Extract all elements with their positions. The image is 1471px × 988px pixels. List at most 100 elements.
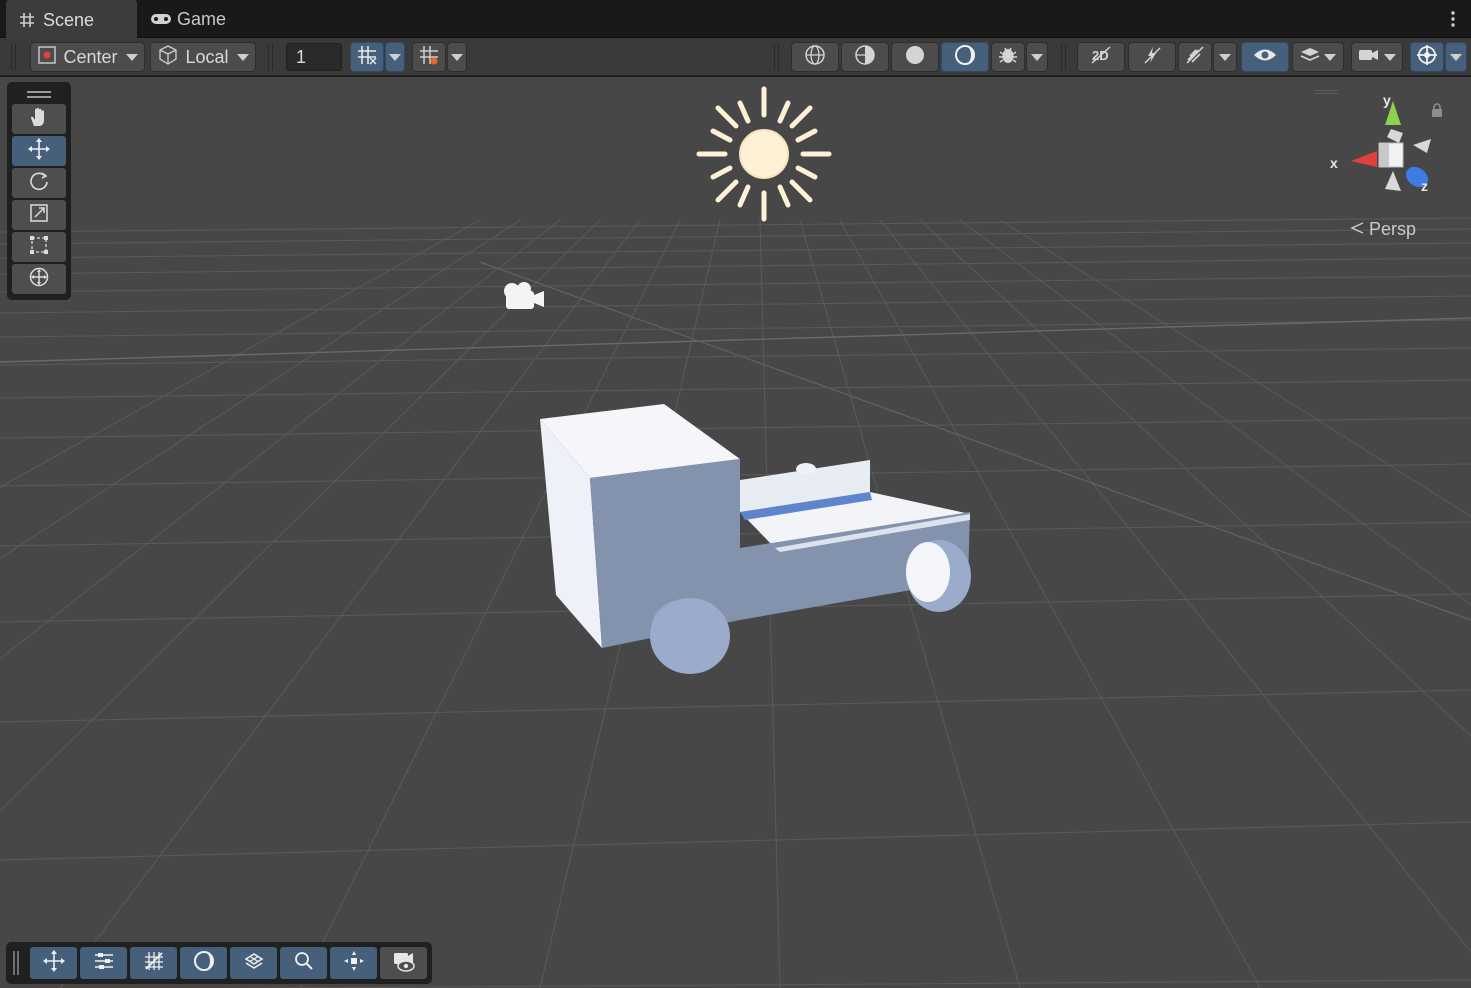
wireframe-sphere-icon — [804, 44, 826, 71]
toolbar-grip[interactable] — [774, 44, 779, 70]
focus-arrows-icon — [343, 950, 365, 977]
tab-game-label: Game — [177, 8, 227, 29]
lit-shading-button[interactable] — [941, 42, 989, 72]
gizmo-x-label: x — [1330, 155, 1338, 171]
grid-snapping-button[interactable] — [350, 42, 384, 72]
chevron-down-icon — [1219, 53, 1231, 61]
lock-icon[interactable] — [1431, 103, 1443, 117]
chevron-down-icon — [451, 53, 463, 61]
transform-tool-button[interactable] — [12, 264, 66, 294]
increment-snap-dropdown[interactable] — [447, 42, 467, 72]
cube-icon — [157, 44, 179, 71]
sliders-icon — [93, 950, 115, 977]
grid-size-field[interactable]: 1 — [286, 43, 342, 71]
truck-model[interactable] — [530, 395, 980, 685]
chevron-left-icon — [1349, 219, 1365, 240]
view-move-button[interactable] — [30, 947, 77, 979]
crescent-sphere-icon — [954, 44, 976, 71]
rect-transform-icon — [28, 234, 50, 261]
scale-tool-button[interactable] — [12, 200, 66, 230]
scene-visibility-button[interactable] — [1241, 42, 1289, 72]
debug-draw-dropdown[interactable] — [1026, 42, 1048, 72]
chevron-down-icon — [236, 53, 249, 61]
gizmo-globe-icon — [1416, 44, 1438, 71]
wireframe-shading-button[interactable] — [791, 42, 839, 72]
camera-preview-button[interactable] — [380, 947, 427, 979]
hand-icon — [28, 106, 50, 133]
gizmos-button[interactable] — [1410, 42, 1444, 72]
scene-camera-dropdown[interactable] — [1351, 42, 1403, 72]
tab-bar: Scene Game — [0, 0, 1471, 38]
bug-icon — [997, 44, 1019, 71]
move-arrows-icon — [42, 949, 66, 978]
shaded-button[interactable] — [891, 42, 939, 72]
crescent-sphere-icon — [193, 950, 215, 977]
light-off-icon — [1141, 44, 1163, 71]
toolbar-grip[interactable] — [268, 44, 273, 70]
move-tool-button[interactable] — [12, 136, 66, 166]
component-tools-button[interactable] — [230, 947, 277, 979]
grid-visibility-button[interactable] — [130, 947, 177, 979]
frame-selected-button[interactable] — [330, 947, 377, 979]
shaded-wireframe-button[interactable] — [841, 42, 889, 72]
2d-toggle-button[interactable]: 2D — [1077, 42, 1125, 72]
x-axis-cone[interactable] — [1351, 151, 1377, 167]
pivot-label: Center — [63, 46, 118, 67]
chevron-down-icon — [389, 53, 401, 61]
tools-overlay — [7, 82, 71, 300]
gizmo-y-label: y — [1383, 92, 1391, 108]
toolbar-grip[interactable] — [11, 44, 16, 70]
search-icon — [293, 950, 315, 977]
tab-game[interactable]: Game — [150, 0, 226, 38]
gizmos-dropdown[interactable] — [1445, 42, 1467, 72]
grid-slash-icon — [143, 950, 165, 977]
bottom-overlay-toolbar — [6, 942, 432, 984]
tab-scene-label: Scene — [43, 9, 95, 30]
hand-tool-button[interactable] — [12, 104, 66, 134]
rotate-icon — [28, 170, 50, 197]
draw-mode-button[interactable] — [180, 947, 227, 979]
pivot-dropdown[interactable]: Center — [30, 42, 145, 72]
debug-draw-button[interactable] — [991, 42, 1025, 72]
gizmo-grip[interactable] — [1314, 90, 1338, 94]
overlay-drag-handle[interactable] — [13, 951, 19, 975]
chevron-down-icon — [125, 53, 138, 61]
eye-icon — [1253, 47, 1277, 68]
component-grid-icon — [243, 950, 265, 977]
gizmo-z-label: z — [1421, 178, 1428, 194]
increment-snap-button[interactable] — [412, 42, 446, 72]
solid-sphere-icon — [904, 44, 926, 71]
tab-scene[interactable]: Scene — [6, 0, 137, 38]
camera-object-icon[interactable] — [498, 279, 548, 313]
effects-toggle-button[interactable] — [1178, 42, 1212, 72]
space-dropdown[interactable]: Local — [150, 42, 256, 72]
more-options-icon[interactable] — [1447, 9, 1459, 29]
layers-icon — [1300, 46, 1320, 69]
move-arrows-icon — [27, 137, 51, 166]
effects-off-icon — [1184, 44, 1206, 71]
overlay-drag-handle[interactable] — [12, 86, 66, 102]
transform-icon — [28, 266, 50, 293]
layers-dropdown[interactable] — [1292, 42, 1344, 72]
directional-light-icon[interactable] — [690, 85, 838, 223]
2d-icon: 2D — [1089, 44, 1113, 71]
grid-snapping-dropdown[interactable] — [385, 42, 405, 72]
rect-tool-button[interactable] — [12, 232, 66, 262]
grid-snap-icon — [356, 44, 378, 71]
increment-snap-icon — [418, 44, 440, 71]
rotate-tool-button[interactable] — [12, 168, 66, 198]
toolbar-grip[interactable] — [1061, 44, 1066, 70]
projection-toggle[interactable]: Persp — [1349, 219, 1416, 240]
effects-dropdown[interactable] — [1213, 42, 1237, 72]
pivot-center-icon — [37, 45, 57, 70]
scene-viewport[interactable]: y x z Persp — [0, 77, 1471, 988]
search-button[interactable] — [280, 947, 327, 979]
chevron-down-icon — [1384, 53, 1396, 61]
projection-label: Persp — [1369, 219, 1417, 239]
lighting-toggle-button[interactable] — [1128, 42, 1176, 72]
scene-toolbar: Center Local 1 — [0, 38, 1471, 76]
chevron-down-icon — [1450, 53, 1462, 61]
scale-icon — [28, 202, 50, 229]
shaded-wire-sphere-icon — [854, 44, 876, 71]
view-options-button[interactable] — [80, 947, 127, 979]
